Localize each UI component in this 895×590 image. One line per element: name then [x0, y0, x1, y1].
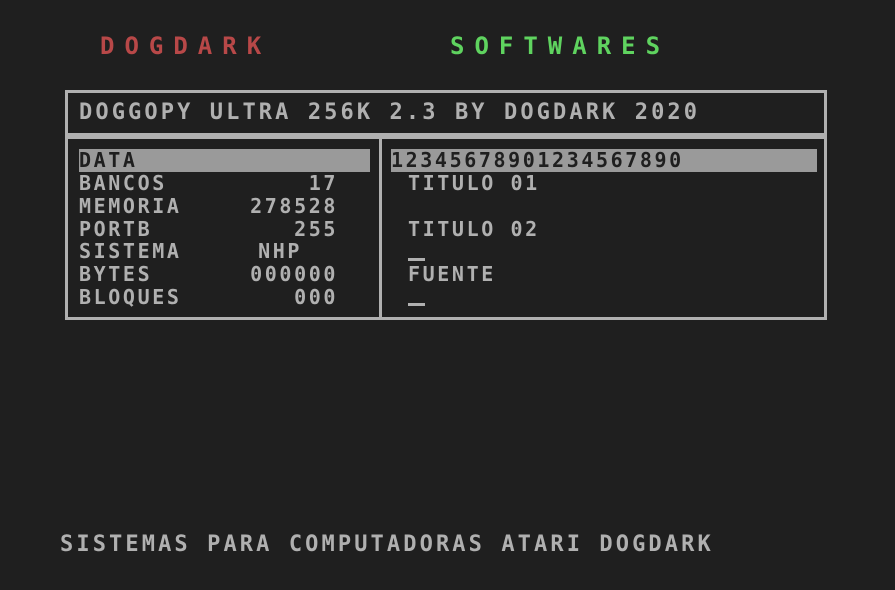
menu-item-data[interactable]: DATA [79, 149, 138, 172]
input-cursor [408, 303, 425, 306]
info-row-memoria: MEMORIA 278528 [79, 195, 338, 218]
info-panel: DATA BANCOS 17 MEMORIA 278528 PORTB 255 … [68, 139, 379, 317]
info-label: BANCOS [79, 171, 167, 195]
info-value: 278528 [250, 194, 338, 218]
info-row-sistema: SISTEMA NHP [79, 240, 338, 263]
info-value: 000 [294, 285, 338, 309]
header: DOGDARK SOFTWARES [0, 30, 895, 62]
edit-panel: 12345678901234567890 TITULO 01 TITULO 02… [382, 139, 824, 317]
brand-dogdark: DOGDARK [100, 32, 272, 60]
info-label: PORTB [79, 217, 153, 241]
info-row-portb: PORTB 255 [79, 218, 338, 241]
title-01-field[interactable]: TITULO 01 [408, 172, 540, 195]
brand-softwares: SOFTWARES [450, 32, 671, 60]
title-02-field[interactable]: TITULO 02 [408, 218, 540, 241]
column-ruler: 12345678901234567890 [391, 148, 684, 172]
info-row-bloques: BLOQUES 000 [79, 286, 338, 309]
info-value: 255 [294, 217, 338, 241]
info-value: 17 [308, 171, 338, 195]
footer-text: SISTEMAS PARA COMPUTADORAS ATARI DOGDARK [60, 532, 714, 557]
info-label: MEMORIA [79, 194, 182, 218]
source-field[interactable]: FUENTE [408, 263, 496, 286]
input-cursor [408, 258, 425, 261]
info-label: SISTEMA [79, 239, 182, 263]
info-value: 000000 [250, 262, 338, 286]
app-title: DOGGOPY ULTRA 256K 2.3 BY DOGDARK 2020 [79, 100, 701, 125]
title-bar: DOGGOPY ULTRA 256K 2.3 BY DOGDARK 2020 [65, 90, 827, 136]
info-row-bytes: BYTES 000000 [79, 263, 338, 286]
info-value: NHP [258, 239, 302, 263]
info-row-bancos: BANCOS 17 [79, 172, 338, 195]
main-panel: DATA BANCOS 17 MEMORIA 278528 PORTB 255 … [65, 136, 827, 320]
info-label: BYTES [79, 262, 153, 286]
info-label: BLOQUES [79, 285, 182, 309]
